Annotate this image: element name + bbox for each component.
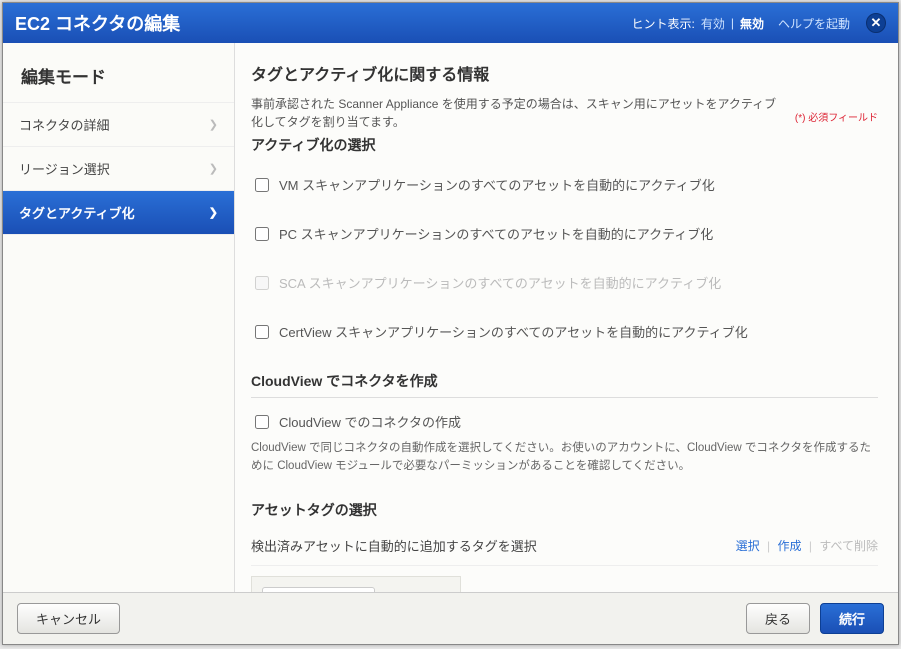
checkbox-cloudview[interactable] [255, 415, 269, 429]
dialog-title: EC2 コネクタの編集 [15, 10, 631, 36]
sidebar-item-label: コネクタの詳細 [19, 115, 109, 134]
tag-create-link[interactable]: 作成 [777, 539, 801, 553]
help-link[interactable]: ヘルプを起動 [778, 15, 850, 32]
dialog-footer: キャンセル 戻る 続行 [3, 592, 898, 644]
checkbox-vm[interactable] [255, 178, 269, 192]
asset-tags-row: 検出済みアセットに自動的に追加するタグを選択 選択 | 作成 | すべて削除 [251, 536, 878, 566]
separator: | [809, 539, 812, 553]
activation-heading: アクティブ化の選択 [251, 135, 787, 155]
close-icon: ✕ [871, 15, 882, 31]
separator: | [767, 539, 770, 553]
cloudview-description: CloudView で同じコネクタの自動作成を選択してください。お使いのアカウン… [251, 439, 878, 476]
continue-button[interactable]: 続行 [820, 603, 884, 634]
close-button[interactable]: ✕ [866, 13, 886, 33]
activation-option-pc: PC スキャンアプリケーションのすべてのアセットを自動的にアクティブ化 [251, 224, 878, 243]
page-title: タグとアクティブ化に関する情報 [251, 61, 878, 85]
chevron-right-icon: ❯ [209, 118, 218, 131]
hint-on-link[interactable]: 有効 [701, 15, 725, 32]
back-button[interactable]: 戻る [746, 603, 810, 634]
chevron-right-icon: ❯ [209, 162, 218, 175]
checkbox-sca [255, 276, 269, 290]
hint-label: ヒント表示: [631, 15, 694, 32]
sidebar-item-label: タグとアクティブ化 [19, 203, 135, 222]
sidebar-title: 編集モード [3, 57, 234, 102]
asset-tags-actions: 選択 | 作成 | すべて削除 [736, 537, 878, 554]
sidebar-item-tags-activation[interactable]: タグとアクティブ化 ❯ [3, 190, 234, 235]
footer-right: 戻る 続行 [746, 603, 884, 634]
dialog-header: EC2 コネクタの編集 ヒント表示: 有効 | 無効 ヘルプを起動 ✕ [3, 3, 898, 43]
activation-option-sca: SCA スキャンアプリケーションのすべてのアセットを自動的にアクティブ化 [251, 273, 878, 292]
hint-off-link[interactable]: 無効 [740, 15, 764, 32]
required-fields-note: (*) 必須フィールド [795, 95, 878, 124]
checkbox-certview[interactable] [255, 325, 269, 339]
checkbox-pc[interactable] [255, 227, 269, 241]
option-label: CloudView でのコネクタの作成 [279, 412, 461, 431]
dialog: EC2 コネクタの編集 ヒント表示: 有効 | 無効 ヘルプを起動 ✕ 編集モー… [2, 2, 899, 645]
tag-remove-all-link[interactable]: すべて削除 [819, 539, 878, 553]
asset-tags-label: 検出済みアセットに自動的に追加するタグを選択 [251, 536, 537, 555]
sidebar-item-connector-details[interactable]: コネクタの詳細 ❯ [3, 102, 234, 146]
sidebar: 編集モード コネクタの詳細 ❯ リージョン選択 ❯ タグとアクティブ化 ❯ [3, 43, 235, 592]
cloudview-heading: CloudView でコネクタを作成 [251, 371, 878, 398]
main-content: タグとアクティブ化に関する情報 事前承認された Scanner Applianc… [235, 43, 898, 592]
cloudview-option: CloudView でのコネクタの作成 [251, 412, 878, 431]
sidebar-item-label: リージョン選択 [19, 159, 110, 178]
activation-option-vm: VM スキャンアプリケーションのすべてのアセットを自動的にアクティブ化 [251, 175, 878, 194]
dialog-body: 編集モード コネクタの詳細 ❯ リージョン選択 ❯ タグとアクティブ化 ❯ タグ… [3, 43, 898, 592]
asset-tags-heading: アセットタグの選択 [251, 500, 878, 520]
tag-select-link[interactable]: 選択 [736, 539, 760, 553]
separator: | [731, 16, 734, 30]
tag-chip-area: Business Units ✕ [251, 576, 461, 592]
intro-text: 事前承認された Scanner Appliance を使用する予定の場合は、スキ… [251, 95, 787, 131]
chevron-right-icon: ❯ [209, 206, 218, 219]
option-label: CertView スキャンアプリケーションのすべてのアセットを自動的にアクティブ… [279, 322, 748, 341]
header-actions: ヒント表示: 有効 | 無効 ヘルプを起動 ✕ [631, 13, 886, 33]
option-label: PC スキャンアプリケーションのすべてのアセットを自動的にアクティブ化 [279, 224, 713, 243]
sidebar-item-region-select[interactable]: リージョン選択 ❯ [3, 146, 234, 190]
option-label: SCA スキャンアプリケーションのすべてのアセットを自動的にアクティブ化 [279, 273, 721, 292]
activation-option-certview: CertView スキャンアプリケーションのすべてのアセットを自動的にアクティブ… [251, 322, 878, 341]
cancel-button[interactable]: キャンセル [17, 603, 120, 634]
option-label: VM スキャンアプリケーションのすべてのアセットを自動的にアクティブ化 [279, 175, 715, 194]
